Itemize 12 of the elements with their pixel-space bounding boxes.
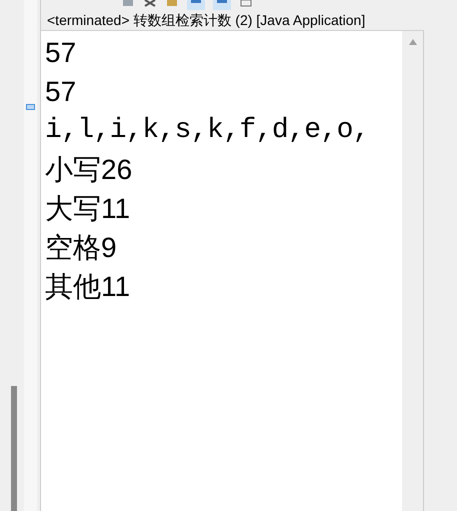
scrollbar-thumb[interactable] bbox=[11, 386, 17, 511]
console-line: i,l,i,k,s,k,f,d,e,o, bbox=[45, 114, 370, 148]
marker-icon bbox=[26, 104, 35, 110]
console-line: 其他11 bbox=[45, 270, 132, 304]
toolbar-icon[interactable] bbox=[213, 0, 231, 10]
console-line: 空格9 bbox=[45, 231, 118, 265]
scroll-up-icon[interactable] bbox=[408, 39, 416, 45]
console-line: 大写11 bbox=[45, 192, 132, 226]
console-line: 57 bbox=[45, 75, 78, 109]
toolbar-icon[interactable] bbox=[187, 0, 205, 10]
console-line: 小写26 bbox=[45, 153, 134, 187]
console-line: 57 bbox=[45, 36, 78, 70]
